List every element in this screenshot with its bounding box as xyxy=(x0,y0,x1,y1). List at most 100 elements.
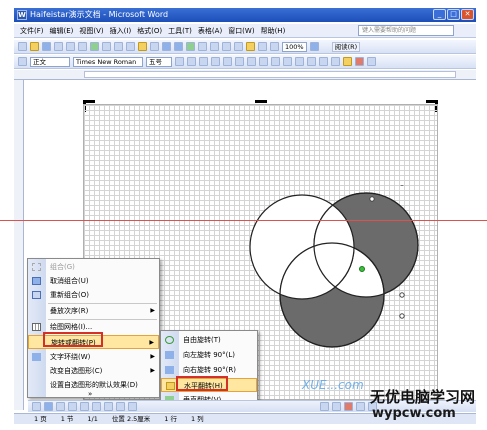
style-select[interactable]: 正文 xyxy=(30,56,70,67)
read-mode-button[interactable]: 阅读(R) xyxy=(331,41,361,52)
drawing-icon[interactable] xyxy=(246,42,255,51)
char-border-icon[interactable] xyxy=(211,57,220,66)
menu-item-ungroup[interactable]: 取消组合(U) xyxy=(28,274,159,288)
bullets-icon[interactable] xyxy=(295,57,304,66)
print-icon[interactable] xyxy=(66,42,75,51)
insert-table-icon[interactable] xyxy=(210,42,219,51)
line-icon[interactable] xyxy=(68,402,77,411)
menu-edit[interactable]: 编辑(E) xyxy=(50,26,74,36)
menu-expand-chevron-icon[interactable]: » xyxy=(28,390,159,399)
research-icon[interactable] xyxy=(102,42,111,51)
increase-indent-icon[interactable] xyxy=(319,57,328,66)
status-page: 1 页 xyxy=(34,415,47,423)
highlight-icon[interactable] xyxy=(343,57,352,66)
menu-table[interactable]: 表格(A) xyxy=(198,26,222,36)
columns-icon[interactable] xyxy=(234,42,243,51)
draw-menu-icon[interactable] xyxy=(32,402,41,411)
submenu-arrow-icon: ▶ xyxy=(150,307,155,314)
line-style-icon[interactable] xyxy=(356,402,365,411)
spelling-icon[interactable] xyxy=(90,42,99,51)
print-preview-icon[interactable] xyxy=(78,42,87,51)
italic-icon[interactable] xyxy=(187,57,196,66)
underline-icon[interactable] xyxy=(199,57,208,66)
status-pages: 1/1 xyxy=(87,415,98,423)
rectangle-icon[interactable] xyxy=(92,402,101,411)
submenu-item-rotate-right[interactable]: 向右旋转 90°(R) xyxy=(161,363,257,377)
document-map-icon[interactable] xyxy=(258,42,267,51)
char-scale-icon[interactable] xyxy=(367,57,376,66)
paste-icon[interactable] xyxy=(138,42,147,51)
line-color-icon[interactable] xyxy=(332,402,341,411)
submenu-arrow-icon: ▶ xyxy=(149,339,154,346)
new-document-icon[interactable] xyxy=(18,42,27,51)
menu-insert[interactable]: 插入(I) xyxy=(110,26,132,36)
undo-icon[interactable] xyxy=(162,42,171,51)
submenu-item-rotate-left[interactable]: 向左旋转 90°(L) xyxy=(161,348,257,362)
horizontal-ruler[interactable] xyxy=(14,70,476,80)
window-title: Haifeistar演示文档 - Microsoft Word xyxy=(30,10,169,19)
callout-rotate-flip xyxy=(43,332,103,347)
wordart-icon[interactable] xyxy=(128,402,137,411)
menu-item-text-wrapping[interactable]: 文字环绕(W) ▶ xyxy=(28,350,159,364)
minimize-button[interactable]: _ xyxy=(433,9,446,20)
rotate-flip-submenu: 自由旋转(T) 向左旋转 90°(L) 向右旋转 90°(R) 水平翻转(H) … xyxy=(160,330,258,407)
watermark-title: 无优电脑学习网 xyxy=(370,388,476,406)
fill-color-icon[interactable] xyxy=(320,402,329,411)
menu-format[interactable]: 格式(O) xyxy=(137,26,162,36)
menu-item-regroup[interactable]: 重新组合(O) xyxy=(28,288,159,302)
submenu-item-free-rotate[interactable]: 自由旋转(T) xyxy=(161,333,257,347)
align-center-icon[interactable] xyxy=(235,57,244,66)
outside-border-icon[interactable] xyxy=(331,57,340,66)
overlapping-circles-shape[interactable] xyxy=(240,185,440,355)
menu-item-change-autoshape[interactable]: 改变自选图形(C) ▶ xyxy=(28,364,159,378)
status-position: 位置 2.5厘米 xyxy=(111,415,151,423)
canvas-crop-mark[interactable] xyxy=(255,100,267,103)
copy-icon[interactable] xyxy=(126,42,135,51)
tables-borders-icon[interactable] xyxy=(198,42,207,51)
justify-icon[interactable] xyxy=(259,57,268,66)
callout-flip-horizontal xyxy=(176,376,228,391)
status-section: 1 节 xyxy=(60,415,74,423)
align-right-icon[interactable] xyxy=(247,57,256,66)
regroup-icon xyxy=(32,291,41,299)
font-color-icon[interactable] xyxy=(355,57,364,66)
textbox-icon[interactable] xyxy=(116,402,125,411)
numbering-icon[interactable] xyxy=(283,57,292,66)
format-painter-icon[interactable] xyxy=(150,42,159,51)
cut-icon[interactable] xyxy=(114,42,123,51)
help-icon[interactable] xyxy=(309,42,319,51)
open-folder-icon[interactable] xyxy=(30,42,39,51)
autoshapes-icon[interactable] xyxy=(56,402,65,411)
oval-icon[interactable] xyxy=(104,402,113,411)
font-size-select[interactable]: 五号 xyxy=(146,56,172,67)
status-column: 1 列 xyxy=(190,415,204,423)
styles-pane-icon[interactable] xyxy=(18,57,27,66)
show-hide-icon[interactable] xyxy=(270,42,279,51)
save-icon[interactable] xyxy=(42,42,51,51)
redo-icon[interactable] xyxy=(174,42,183,51)
font-color-draw-icon[interactable] xyxy=(344,402,353,411)
close-button[interactable]: ✕ xyxy=(461,9,474,20)
decrease-indent-icon[interactable] xyxy=(307,57,316,66)
maximize-button[interactable]: □ xyxy=(447,9,460,20)
menu-help[interactable]: 帮助(H) xyxy=(261,26,286,36)
arrow-icon[interactable] xyxy=(80,402,89,411)
help-search-input[interactable]: 键入需要帮助的问题 xyxy=(358,25,454,36)
vertical-ruler[interactable] xyxy=(14,80,24,410)
rotate-left-icon xyxy=(165,351,174,359)
permission-icon[interactable] xyxy=(54,42,63,51)
hyperlink-icon[interactable] xyxy=(186,42,195,51)
line-spacing-icon[interactable] xyxy=(271,57,280,66)
menu-item-group: 组合(G) xyxy=(28,260,159,274)
bold-icon[interactable] xyxy=(175,57,184,66)
menu-view[interactable]: 视图(V) xyxy=(79,26,103,36)
select-objects-icon[interactable] xyxy=(44,402,53,411)
align-left-icon[interactable] xyxy=(223,57,232,66)
font-select[interactable]: Times New Roman xyxy=(73,56,143,67)
menu-item-order[interactable]: 叠放次序(R) ▶ xyxy=(28,304,159,318)
zoom-select[interactable]: 100% xyxy=(282,41,307,52)
menu-window[interactable]: 窗口(W) xyxy=(228,26,254,36)
insert-excel-icon[interactable] xyxy=(222,42,231,51)
menu-file[interactable]: 文件(F) xyxy=(20,26,44,36)
menu-tools[interactable]: 工具(T) xyxy=(168,26,192,36)
